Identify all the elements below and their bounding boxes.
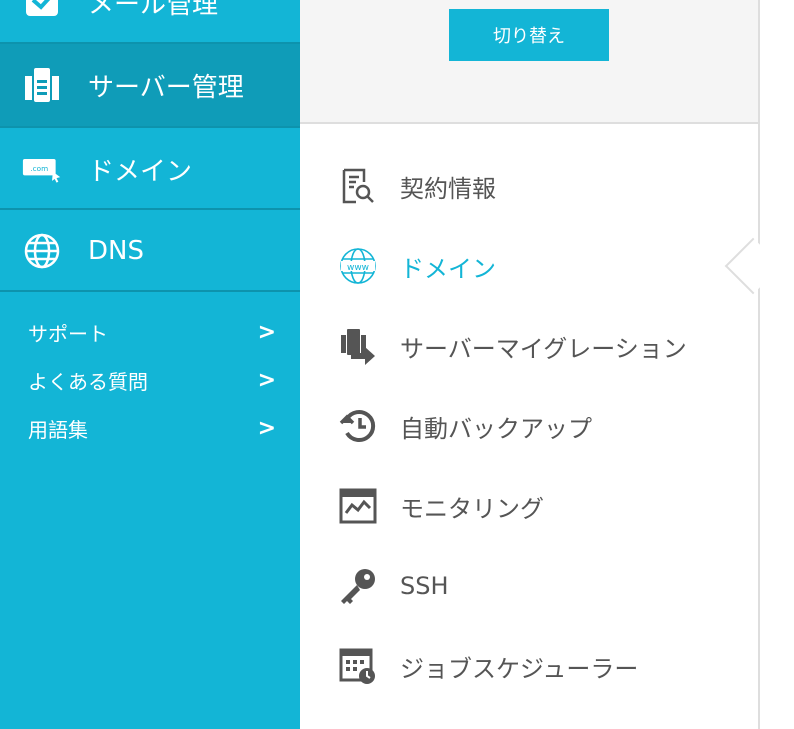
chevron-right-icon: > bbox=[257, 367, 276, 393]
switch-button[interactable]: 切り替え bbox=[449, 9, 609, 61]
svg-text:.com: .com bbox=[30, 164, 48, 173]
key-icon bbox=[338, 566, 378, 606]
globe-icon bbox=[22, 231, 62, 271]
menu-item-label: サーバーマイグレーション bbox=[400, 334, 687, 363]
panel-border bbox=[758, 0, 760, 729]
chevron-right-icon: > bbox=[257, 319, 276, 345]
server-icon bbox=[22, 65, 62, 105]
sidebar-link-glossary[interactable]: 用語集 > bbox=[0, 404, 300, 452]
sidebar-item-server[interactable]: サーバー管理 bbox=[0, 44, 300, 126]
contract-search-icon bbox=[338, 166, 378, 206]
menu-item-domain[interactable]: www ドメイン bbox=[300, 226, 750, 306]
sidebar: メール管理 サーバー管理 .com ドメイン DNS サポート > よくある質問… bbox=[0, 0, 300, 729]
sidebar-link-faq[interactable]: よくある質問 > bbox=[0, 356, 300, 404]
sidebar-item-label: DNS bbox=[88, 236, 144, 266]
sidebar-link-support[interactable]: サポート > bbox=[0, 308, 300, 356]
support-links: サポート > よくある質問 > 用語集 > bbox=[0, 308, 300, 452]
menu-item-monitoring[interactable]: モニタリング bbox=[300, 466, 750, 546]
menu-item-auto-backup[interactable]: 自動バックアップ bbox=[300, 386, 750, 466]
menu-item-label: ドメイン bbox=[400, 254, 496, 283]
sidebar-item-domain[interactable]: .com ドメイン bbox=[0, 128, 300, 210]
server-migration-icon bbox=[338, 326, 378, 366]
menu-item-ssh[interactable]: SSH bbox=[300, 546, 750, 626]
pointer-mask bbox=[760, 230, 794, 310]
switch-area: 切り替え bbox=[300, 0, 758, 124]
mail-icon bbox=[22, 0, 62, 22]
sidebar-item-label: メール管理 bbox=[88, 0, 219, 20]
menu-item-server-migration[interactable]: サーバーマイグレーション bbox=[300, 306, 750, 386]
link-label: 用語集 bbox=[28, 417, 88, 442]
scheduler-icon bbox=[338, 646, 378, 686]
sidebar-item-label: ドメイン bbox=[88, 156, 193, 187]
divider bbox=[0, 290, 300, 292]
menu-item-label: 契約情報 bbox=[400, 174, 496, 203]
link-label: よくある質問 bbox=[28, 369, 148, 394]
domain-com-icon: .com bbox=[22, 149, 62, 189]
menu-item-contract[interactable]: 契約情報 bbox=[300, 146, 750, 226]
svg-text:www: www bbox=[347, 263, 369, 273]
server-menu: 契約情報 www ドメイン サーバーマイグレーション 自動バックアップ モニタリ… bbox=[300, 146, 750, 706]
monitoring-icon bbox=[338, 486, 378, 526]
chevron-right-icon: > bbox=[257, 415, 276, 441]
menu-item-job-scheduler[interactable]: ジョブスケジューラー bbox=[300, 626, 750, 706]
link-label: サポート bbox=[28, 321, 108, 346]
menu-item-label: 自動バックアップ bbox=[400, 414, 592, 443]
menu-item-label: SSH bbox=[400, 572, 449, 600]
www-globe-icon: www bbox=[338, 246, 378, 286]
backup-clock-icon bbox=[338, 406, 378, 446]
sidebar-item-mail[interactable]: メール管理 bbox=[0, 0, 300, 44]
sidebar-item-label: サーバー管理 bbox=[88, 72, 244, 103]
sidebar-item-dns[interactable]: DNS bbox=[0, 210, 300, 292]
menu-item-label: モニタリング bbox=[400, 494, 544, 523]
menu-item-label: ジョブスケジューラー bbox=[400, 654, 639, 683]
